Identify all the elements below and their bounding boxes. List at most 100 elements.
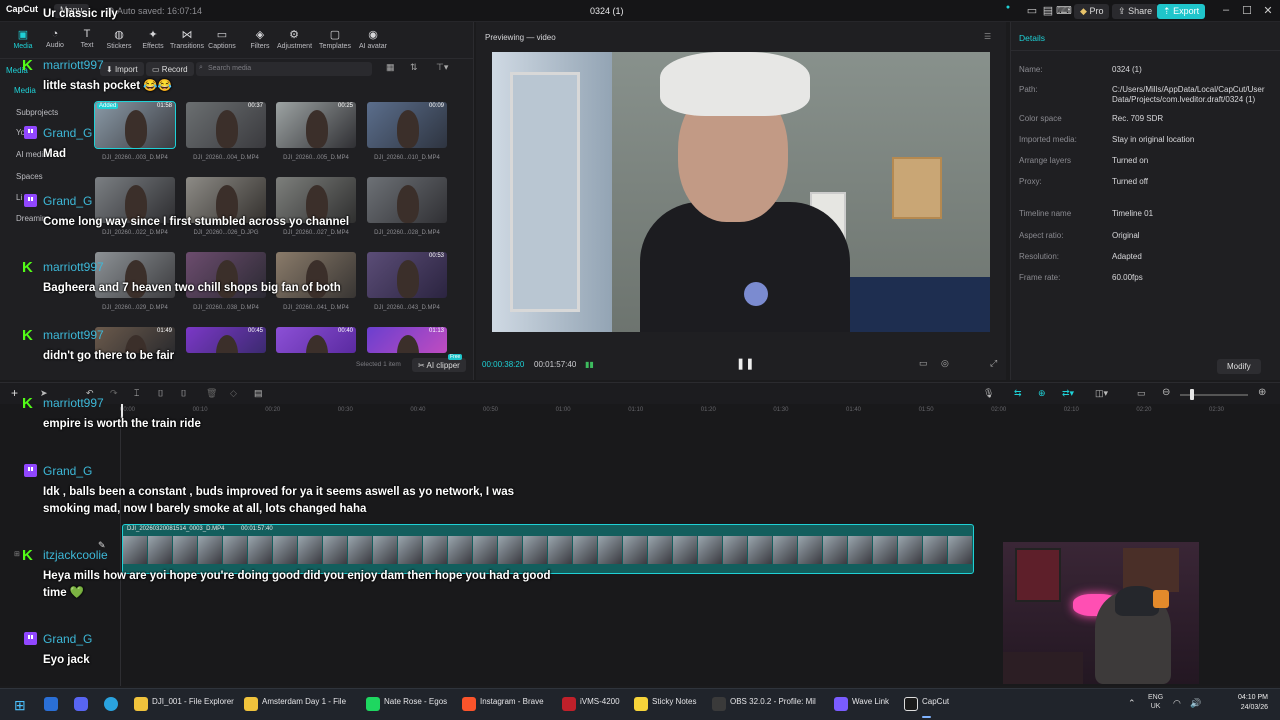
snap-icon[interactable]: ⇄▾	[1062, 388, 1074, 399]
taskbar-app-spotify[interactable]: Nate Rose - Egos	[366, 697, 447, 713]
taskbar-app-ivms[interactable]: iVMS-4200	[562, 697, 620, 713]
maximize-icon[interactable]: ☐	[1239, 4, 1255, 17]
chat-message: Kmarriott997 didn't go there to be fair	[22, 326, 582, 362]
preview-menu-icon[interactable]: ☰	[984, 32, 991, 41]
detail-value: Original	[1112, 231, 1140, 240]
tool-filters[interactable]: ◈ Filters	[243, 28, 277, 50]
layout-icon[interactable]: ▭	[1024, 4, 1040, 17]
shortcuts-icon[interactable]: ⌨	[1056, 4, 1072, 17]
windows-taskbar: ⊞ DJI_001 - File Explorer Amsterdam Day 1…	[0, 688, 1280, 720]
pause-icon[interactable]: ❚❚	[736, 357, 754, 370]
taskbar-app-brave[interactable]: Instagram - Brave	[462, 697, 544, 713]
close-icon[interactable]: ✕	[1260, 4, 1276, 17]
tool-audio[interactable]: ◔ Audio	[38, 28, 72, 49]
zoom-out-icon[interactable]: ⊖	[1162, 387, 1170, 398]
outlook-icon[interactable]	[44, 697, 58, 711]
tool-adjustment[interactable]: ⚙ Adjustment	[277, 28, 312, 50]
filmstrip-frame	[773, 536, 797, 564]
filmstrip-frame	[923, 536, 947, 564]
clip-duration: 00:01:57:40	[241, 526, 273, 532]
chat-username: Grand_G	[43, 194, 93, 208]
preview-axis-icon[interactable]: ◫▾	[1095, 388, 1108, 399]
divider	[1011, 50, 1280, 51]
ruler-tick: 01:50	[918, 407, 934, 413]
chat-message: Kmarriott997 little stash pocket 😂😂	[22, 56, 582, 92]
twitch-icon	[24, 632, 37, 645]
spotify-icon	[366, 697, 380, 711]
windows-start-icon[interactable]: ⊞	[14, 697, 26, 714]
hoodie-print	[668, 310, 798, 328]
twitch-icon	[24, 126, 37, 139]
taskbar-app-obs[interactable]: OBS 32.0.2 - Profile: Mil	[712, 697, 816, 713]
kick-icon: K	[22, 547, 33, 564]
taskbar-app-file-explorer[interactable]: Amsterdam Day 1 - File	[244, 697, 346, 713]
telegram-icon[interactable]	[104, 697, 118, 711]
taskbar-app-capcut[interactable]: CapCut	[904, 697, 949, 718]
pro-button[interactable]: ◆ Pro	[1074, 4, 1110, 19]
sidebar-item-subprojects[interactable]: Subprojects	[16, 108, 58, 122]
microphone-icon[interactable]: 🎙	[983, 388, 994, 399]
zoom-slider-handle[interactable]	[1190, 389, 1194, 400]
panels-icon[interactable]: ▤	[1040, 4, 1056, 17]
taskbar-app-file-explorer[interactable]: DJI_001 - File Explorer	[134, 697, 234, 713]
sofa	[828, 277, 990, 332]
chat-message: Kitzjackcoolie Heya mills how are yoi hop…	[22, 546, 582, 602]
wifi-icon[interactable]: ◠	[1173, 698, 1181, 709]
ratio-icon[interactable]: ▭	[919, 358, 928, 369]
tool-templates[interactable]: ▢ Templates	[318, 28, 352, 50]
tool-media[interactable]: ▣ Media	[6, 28, 40, 50]
tool-captions[interactable]: ▭ Captions	[205, 28, 239, 50]
ai-avatar-icon: ◉	[368, 29, 378, 41]
export-button[interactable]: ⇡ Export	[1157, 4, 1206, 19]
fullscreen-icon[interactable]: ⤢	[990, 358, 997, 369]
language-indicator[interactable]: ENG UK	[1148, 693, 1163, 711]
export-icon: ⇡	[1163, 6, 1171, 16]
taskbar-app-sticky-notes[interactable]: Sticky Notes	[634, 697, 696, 713]
detail-label: Name:	[1019, 65, 1043, 74]
volume-icon[interactable]: 🔊	[1190, 698, 1201, 709]
adjustment-icon: ⚙	[289, 29, 299, 41]
ruler-tick: 01:30	[773, 407, 789, 413]
chat-text: Ur classic rily	[43, 8, 118, 20]
mic-logo	[1153, 590, 1169, 608]
chat-text: didn't go there to be fair	[43, 350, 175, 362]
detail-label: Timeline name	[1019, 209, 1072, 218]
thumbnail-duration: 00:09	[428, 103, 444, 109]
detail-value: Adapted	[1112, 252, 1142, 261]
thumbnail-name: DJI_20260...029_D.MP4	[102, 305, 168, 311]
captions-icon[interactable]: ▭	[1137, 388, 1146, 399]
notification-icon[interactable]: ●	[1000, 4, 1016, 11]
added-badge: Added	[97, 103, 119, 109]
pendant	[744, 282, 768, 306]
twitch-icon	[24, 464, 37, 477]
audio-meter-icon: ▮▮	[585, 360, 594, 369]
ruler-tick: 02:30	[1209, 407, 1225, 413]
filmstrip-frame	[748, 536, 772, 564]
minimize-icon[interactable]: –	[1218, 4, 1234, 16]
tray-chevron-icon[interactable]: ⌃	[1128, 698, 1136, 709]
tool-stickers[interactable]: ◍ Stickers	[102, 28, 136, 50]
sidebar-item-spaces[interactable]: Spaces	[16, 172, 43, 186]
chat-text: Come long way since I first stumbled acr…	[43, 216, 350, 228]
filmstrip-frame	[848, 536, 872, 564]
taskbar-app-wave-link[interactable]: Wave Link	[834, 697, 889, 713]
zoom-in-icon[interactable]: ⊕	[1258, 387, 1266, 398]
chat-message: Ur classic rily	[22, 6, 582, 26]
tool-text[interactable]: T Text	[70, 28, 104, 49]
tool-effects[interactable]: ✦ Effects	[136, 28, 170, 50]
add-track-icon[interactable]: +	[11, 386, 18, 400]
discord-icon[interactable]	[74, 697, 88, 711]
share-button[interactable]: ⇪ Share	[1112, 4, 1159, 19]
chat-username: Grand_G	[43, 126, 93, 140]
snapshot-icon[interactable]: ◎	[941, 358, 949, 369]
link-icon[interactable]: ⇆	[1014, 388, 1022, 399]
clock[interactable]: 04:10 PM 24/03/26	[1228, 693, 1268, 713]
chat-username: marriott997	[43, 260, 104, 274]
brave-icon	[462, 697, 476, 711]
tool-ai-avatar[interactable]: ◉ AI avatar	[356, 28, 390, 50]
magnet-icon[interactable]: ⊕	[1038, 388, 1046, 399]
modify-button[interactable]: Modify	[1217, 359, 1261, 374]
poster	[1015, 548, 1061, 602]
tool-transitions[interactable]: ⋈ Transitions	[170, 28, 204, 50]
track-lock-icon[interactable]: ⊞	[14, 550, 20, 558]
